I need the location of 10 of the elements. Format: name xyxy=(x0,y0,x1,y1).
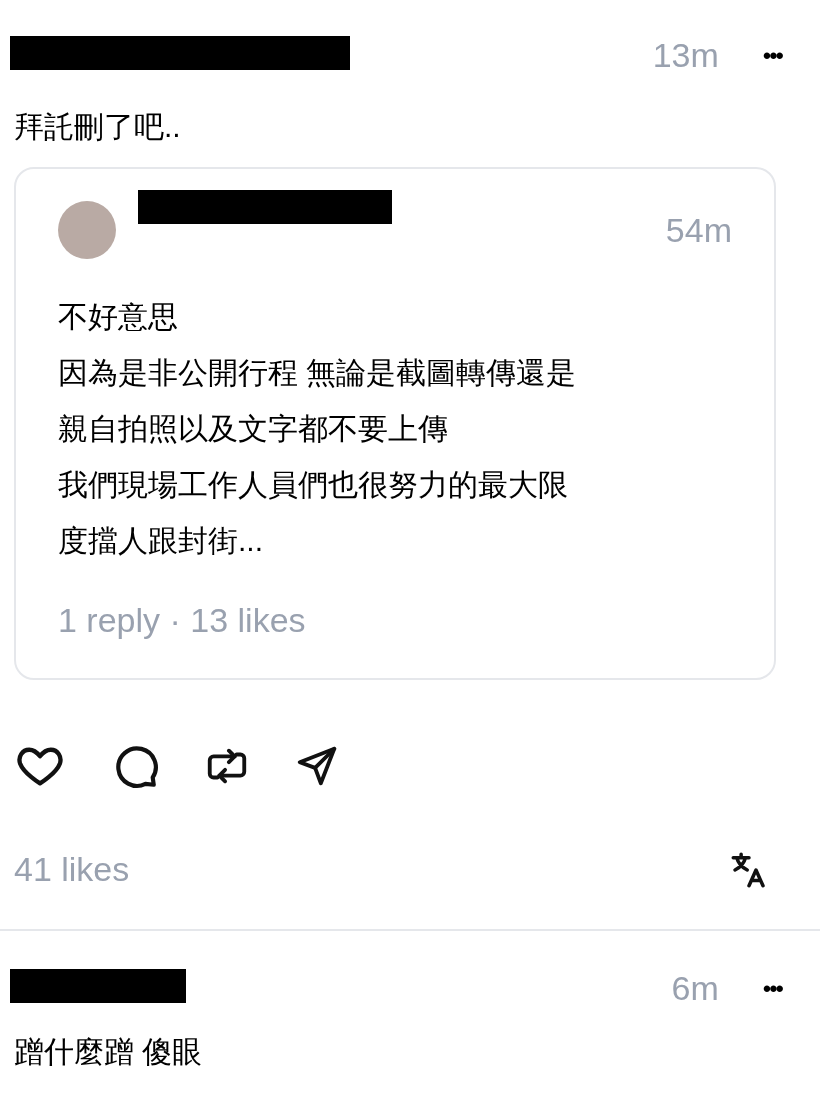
quoted-post-text: 不好意思 因為是非公開行程 無論是截圖轉傳還是 親自拍照以及文字都不要上傳 我們現場工作人員們也很努力的最大限 度擋人跟封街... xyxy=(58,299,578,559)
timestamp: 13m xyxy=(652,35,719,76)
avatar xyxy=(58,201,116,259)
post-text: 拜託刪了吧.. xyxy=(14,109,182,145)
timestamp: 6m xyxy=(671,968,719,1009)
more-button[interactable]: ••• xyxy=(762,37,782,74)
timestamp: 54m xyxy=(665,209,732,251)
quoted-post-card[interactable]: 54m 不好意思 因為是非公開行程 無論是截圖轉傳還是 親自拍照以及文字都不要上傳 我們現場工作人員們也很努力的最大限 度擋人跟封街... 1 reply · 13 likes xyxy=(14,167,776,680)
more-button[interactable]: ••• xyxy=(762,970,782,1007)
post-text: 蹭什麼蹭 傻眼 xyxy=(14,1034,204,1070)
